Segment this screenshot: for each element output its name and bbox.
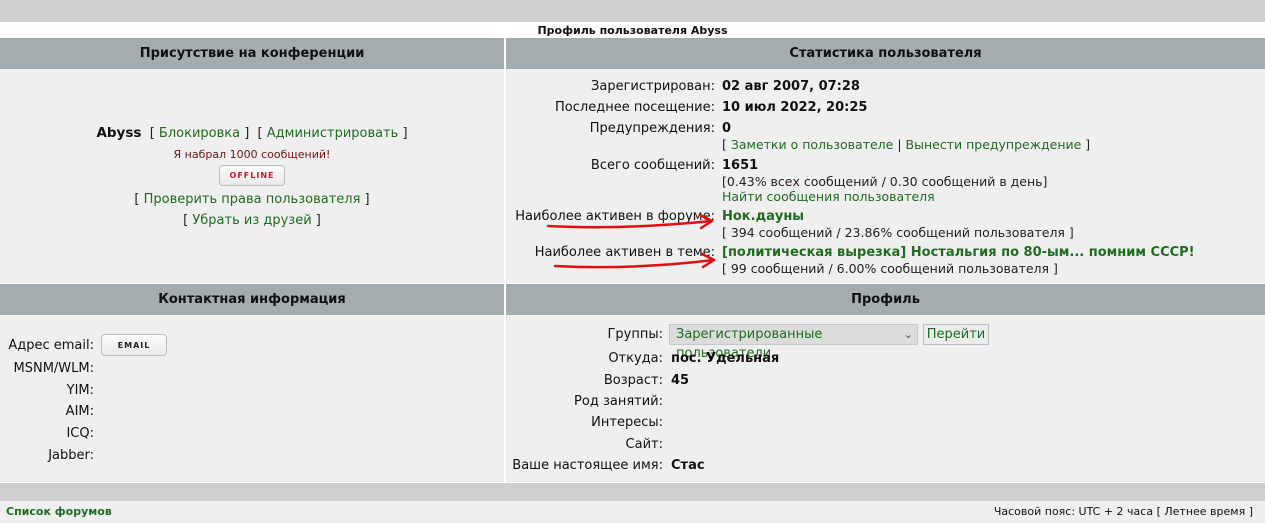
from-label: Откуда:	[608, 351, 663, 366]
icq-label: ICQ:	[66, 426, 94, 441]
age-label: Возраст:	[603, 373, 663, 388]
footer-bar	[0, 483, 1265, 501]
email-label: Адрес email:	[8, 338, 94, 353]
timezone-info: Часовой пояс: UTC + 2 часа [ Летнее врем…	[993, 505, 1253, 518]
realname-label: Ваше настоящее имя:	[512, 458, 663, 473]
site-label: Сайт:	[625, 437, 663, 452]
footer: Список форумов Часовой пояс: UTC + 2 час…	[0, 501, 1265, 523]
go-button[interactable]: Перейти	[923, 324, 989, 345]
profile-header: Профиль	[506, 284, 1265, 315]
groups-select[interactable]: Зарегистрированные пользователи ⌄	[669, 324, 918, 361]
yim-label: YIM:	[66, 383, 94, 398]
email-button[interactable]: EMAIL	[101, 334, 167, 356]
interests-label: Интересы:	[591, 415, 663, 430]
forum-list-link[interactable]: Список форумов	[6, 505, 112, 518]
dst-text: Летнее время	[1164, 505, 1246, 518]
contact-header: Контактная информация	[0, 284, 504, 315]
chevron-down-icon: ⌄	[903, 328, 913, 341]
jabber-label: Jabber:	[48, 448, 94, 463]
realname-value: Стас	[671, 458, 705, 473]
aim-label: AIM:	[65, 404, 94, 419]
age-value: 45	[671, 373, 690, 388]
groups-label: Группы:	[607, 327, 663, 342]
profile-panel: Группы: Зарегистрированные пользователи …	[506, 315, 1265, 482]
arrow-forum-annotation	[546, 213, 714, 230]
contact-panel: Адрес email: EMAIL MSNM/WLM: YIM: AIM: I…	[0, 315, 504, 482]
timezone-text: Часовой пояс: UTC + 2 часа	[993, 505, 1154, 518]
msn-label: MSNM/WLM:	[13, 361, 94, 376]
arrow-topic-annotation	[553, 252, 716, 269]
occupation-label: Род занятий:	[574, 394, 663, 409]
from-value: пос. Удельная	[671, 351, 780, 366]
